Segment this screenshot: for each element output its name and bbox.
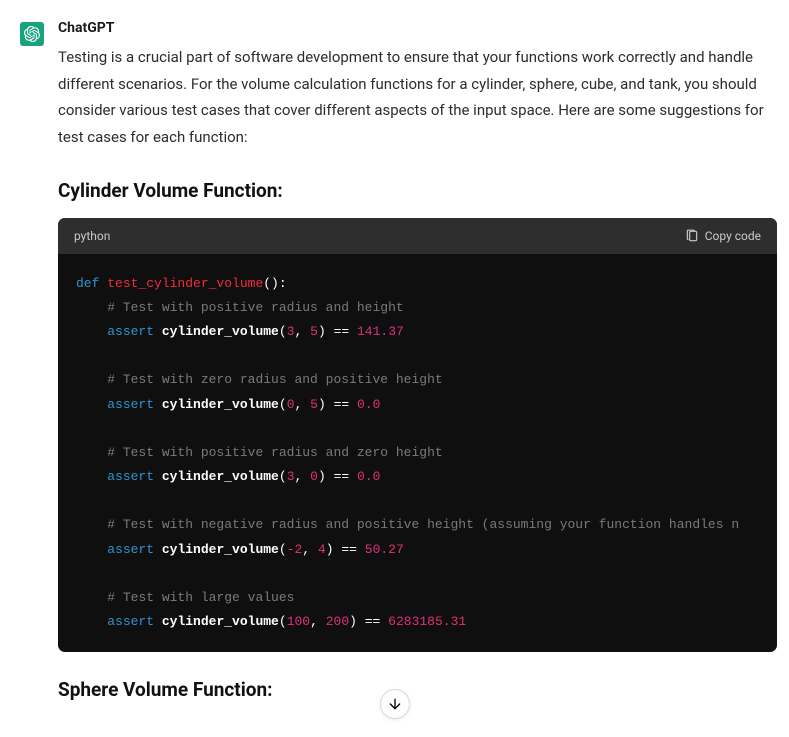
code-language-label: python [74,229,110,243]
section-heading-cylinder: Cylinder Volume Function: [58,179,777,202]
code-content[interactable]: def test_cylinder_volume(): # Test with … [58,254,777,653]
code-header: python Copy code [58,218,777,254]
clipboard-icon [685,229,699,243]
scroll-to-bottom-button[interactable] [380,689,410,719]
section-heading-sphere: Sphere Volume Function: [58,678,777,701]
chatgpt-logo-icon [24,26,40,42]
assistant-avatar [20,22,44,46]
code-block: python Copy code def test_cylinder_volum… [58,218,777,653]
copy-code-label: Copy code [705,229,761,243]
copy-code-button[interactable]: Copy code [685,229,761,243]
author-name: ChatGPT [58,20,777,36]
intro-paragraph: Testing is a crucial part of software de… [58,44,777,151]
message-content: ChatGPT Testing is a crucial part of sof… [58,20,777,717]
assistant-message: ChatGPT Testing is a crucial part of sof… [20,20,777,717]
arrow-down-icon [387,696,403,712]
